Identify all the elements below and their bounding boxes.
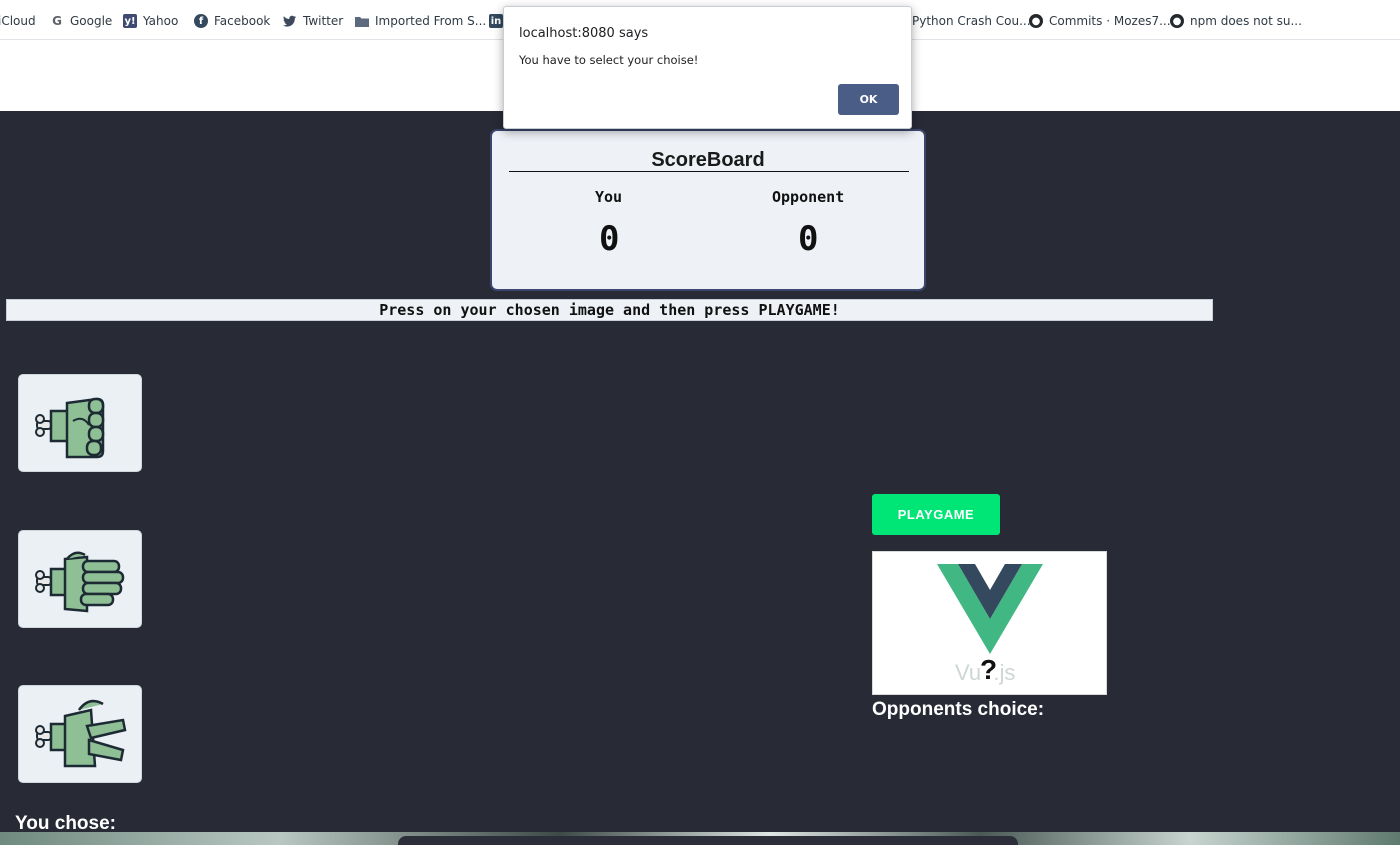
scissors-two-finger-hand-icon: [35, 699, 127, 768]
facebook-icon: f: [194, 14, 208, 28]
playgame-button[interactable]: PLAYGAME: [872, 494, 1000, 535]
bookmark-icloud[interactable]: iCloud: [0, 11, 36, 31]
opponent-label: Opponent: [772, 188, 845, 206]
alert-dialog: localhost:8080 says You have to select y…: [503, 6, 912, 129]
you-score: 0: [599, 219, 620, 259]
scoreboard: ScoreBoard You Opponent 0 0: [490, 129, 926, 291]
opponents-choice-label: Opponents choice:: [872, 699, 1045, 720]
bookmark-npm[interactable]: ● npm does not su...: [1170, 11, 1302, 31]
vue-logo: [937, 564, 1043, 654]
you-label: You: [595, 188, 623, 206]
github-icon: ●: [1170, 14, 1184, 28]
bookmark-label: Python Crash Cou...: [912, 14, 1031, 28]
rock-fist-hand-icon: [35, 397, 105, 459]
alert-message: You have to select your choise!: [519, 53, 699, 67]
bookmark-facebook[interactable]: f Facebook: [194, 11, 270, 31]
taskbar-dock: [398, 836, 1018, 845]
bookmark-twitter[interactable]: Twitter: [283, 11, 343, 31]
alert-title: localhost:8080 says: [519, 26, 649, 41]
choice-scissors-card[interactable]: [18, 685, 142, 783]
question-mark: ?: [980, 654, 998, 685]
alert-ok-button[interactable]: OK: [838, 84, 899, 115]
folder-icon: [355, 14, 369, 28]
linkedin-icon: in: [489, 14, 503, 28]
bookmark-python-crash-course[interactable]: Python Crash Cou...: [912, 11, 1031, 31]
bookmark-yahoo[interactable]: y! Yahoo: [123, 11, 178, 31]
scoreboard-divider: [509, 171, 909, 172]
bookmark-commits[interactable]: ● Commits · Mozes7...: [1029, 11, 1171, 31]
opponent-score: 0: [798, 219, 819, 259]
bookmark-label: Commits · Mozes7...: [1049, 14, 1171, 28]
bookmark-label: iCloud: [0, 14, 36, 28]
scoreboard-title: ScoreBoard: [651, 149, 765, 171]
instruction-banner: Press on your chosen image and then pres…: [6, 299, 1213, 321]
bookmark-label: Yahoo: [143, 14, 179, 28]
bookmark-label: Imported From S...: [375, 14, 487, 28]
twitter-icon: [283, 14, 297, 28]
choice-rock-card[interactable]: [18, 374, 142, 472]
bookmark-folder-imported[interactable]: Imported From S...: [355, 11, 486, 31]
bookmark-google[interactable]: G Google: [50, 11, 112, 31]
yahoo-icon: y!: [123, 14, 137, 28]
google-icon: G: [52, 14, 62, 28]
bookmark-linkedin[interactable]: in: [489, 11, 503, 31]
github-icon: ●: [1029, 14, 1043, 28]
bookmark-label: Facebook: [214, 14, 271, 28]
bookmark-label: Twitter: [303, 14, 344, 28]
paper-open-hand-icon: [35, 551, 125, 613]
bookmark-label: npm does not su...: [1190, 14, 1302, 28]
choice-paper-card[interactable]: [18, 530, 142, 628]
opponent-choice-image: Vu?.js ?: [872, 551, 1107, 695]
bookmark-label: Google: [70, 14, 113, 28]
